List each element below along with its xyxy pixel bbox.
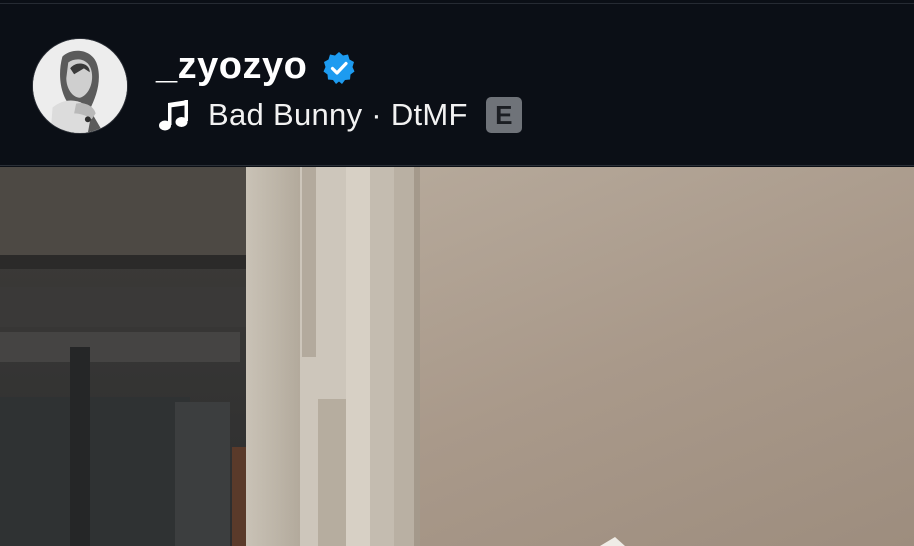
profile-avatar[interactable] <box>32 38 128 134</box>
post-header: _zyozyo Bad Bunny · DtMF E <box>0 4 914 166</box>
username[interactable]: _zyozyo <box>156 42 307 90</box>
music-row[interactable]: Bad Bunny · DtMF E <box>156 92 522 138</box>
post-photo[interactable] <box>0 167 914 546</box>
story-viewer: _zyozyo Bad Bunny · DtMF E <box>0 0 914 546</box>
avatar-image <box>33 39 127 133</box>
music-note-icon <box>156 97 192 133</box>
explicit-badge: E <box>485 97 522 133</box>
verified-badge-icon <box>321 50 357 86</box>
post-photo-image <box>0 167 914 546</box>
music-label[interactable]: Bad Bunny · DtMF <box>208 92 468 138</box>
username-row: _zyozyo <box>156 42 357 90</box>
